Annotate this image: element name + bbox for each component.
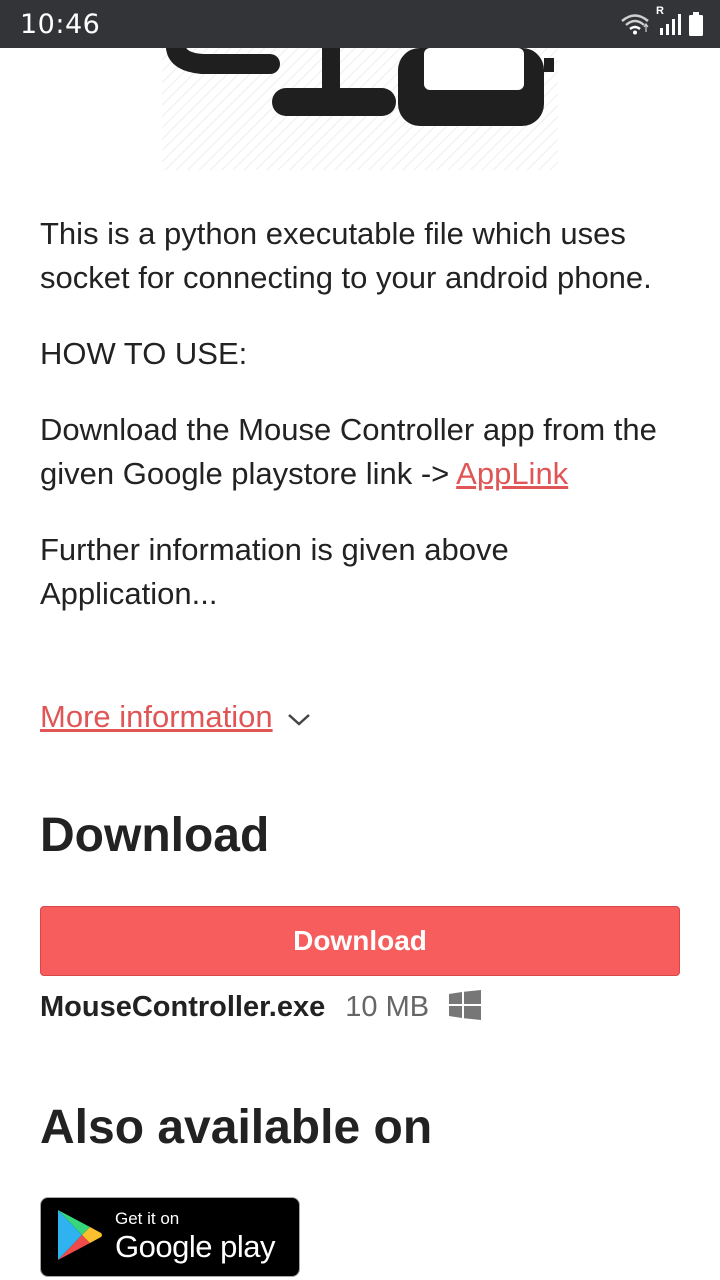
google-play-badge[interactable]: Get it on Google play	[40, 1197, 300, 1277]
file-name: MouseController.exe	[40, 990, 326, 1023]
app-hero-image	[162, 48, 558, 170]
signal-icon: R	[656, 5, 682, 37]
download-button[interactable]: Download	[40, 906, 680, 976]
file-info-row: MouseController.exe 10 MB	[40, 984, 482, 1030]
google-play-text: Get it on Google play	[115, 1209, 275, 1265]
roaming-indicator: R	[656, 5, 664, 17]
status-time: 10:46	[20, 8, 101, 40]
description-paragraph: This is a python executable file which u…	[40, 216, 652, 295]
status-icons: R	[620, 5, 704, 37]
more-information-label: More information	[40, 699, 273, 734]
wifi-icon	[620, 13, 650, 35]
how-to-use-heading: HOW TO USE:	[40, 336, 248, 371]
battery-icon	[688, 11, 704, 37]
windows-icon	[449, 989, 482, 1025]
file-size: 10 MB	[345, 990, 430, 1023]
app-link[interactable]: AppLink	[456, 456, 568, 491]
badge-small-text: Get it on	[115, 1209, 180, 1228]
mouse-controller-logo	[162, 48, 558, 170]
also-available-heading: Also available on	[40, 1101, 433, 1154]
chevron-down-icon	[287, 699, 311, 735]
more-information-toggle[interactable]: More information	[40, 695, 311, 739]
badge-big-text: Google play	[115, 1229, 275, 1264]
status-bar: 10:46 R	[0, 0, 720, 48]
download-instructions: Download the Mouse Controller app from t…	[40, 408, 680, 496]
download-heading: Download	[40, 809, 270, 862]
google-play-icon	[55, 1208, 103, 1267]
further-info-paragraph: Further information is given above Appli…	[40, 532, 509, 611]
